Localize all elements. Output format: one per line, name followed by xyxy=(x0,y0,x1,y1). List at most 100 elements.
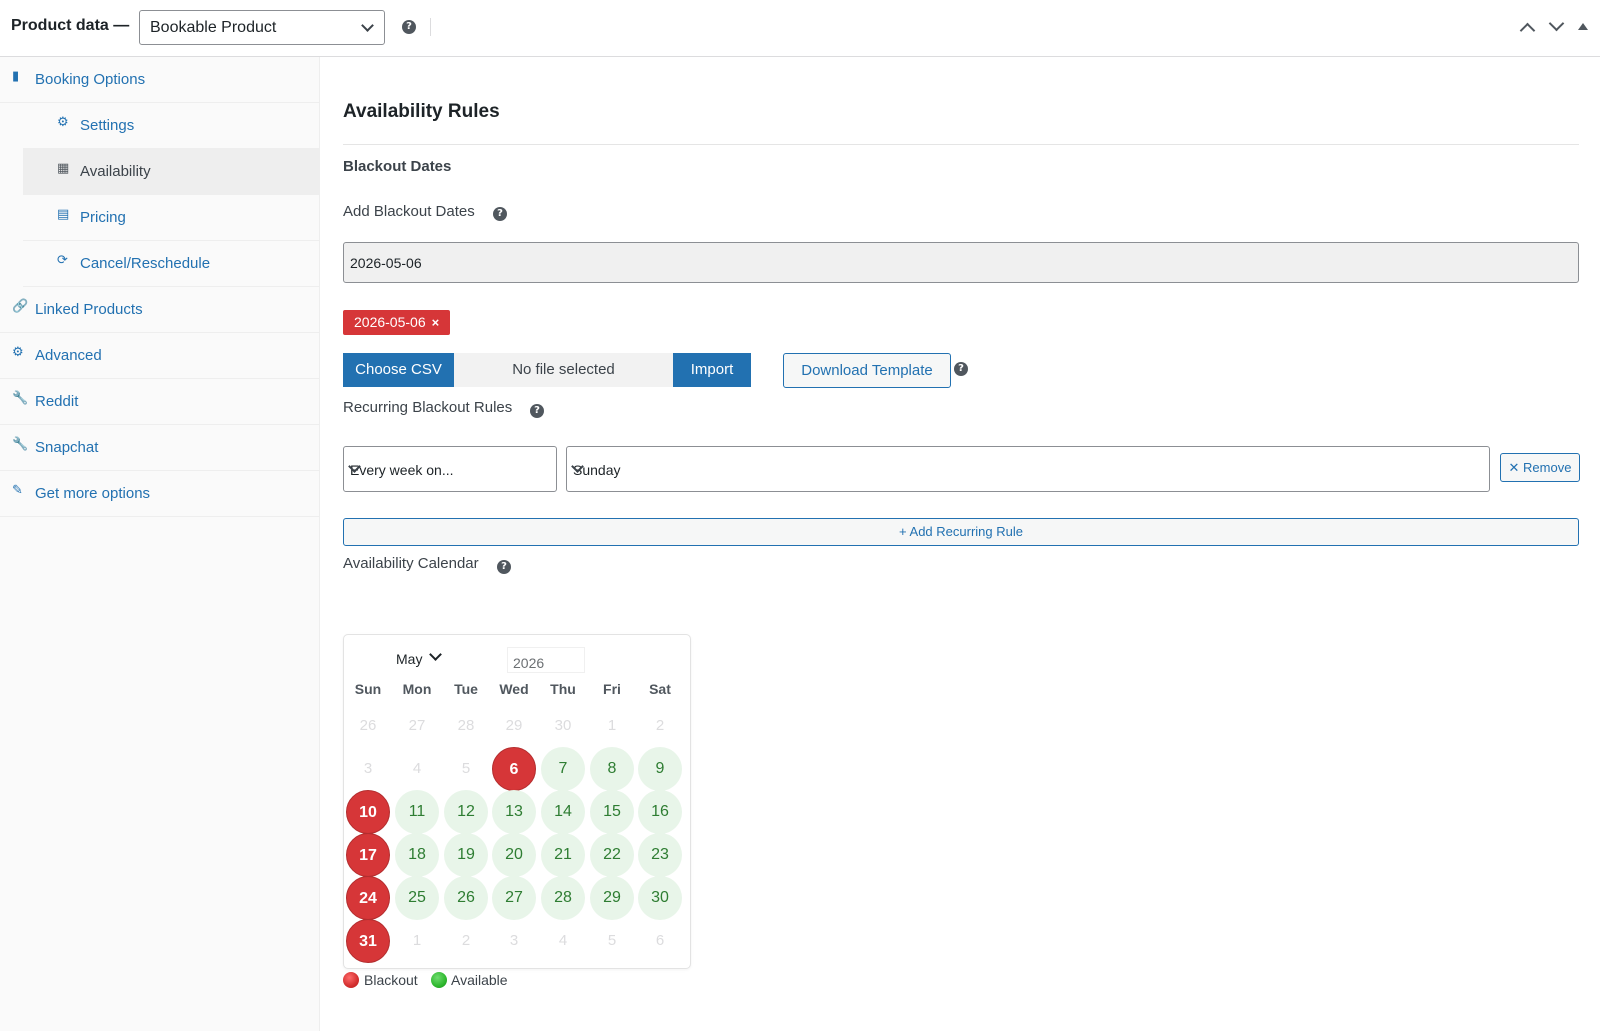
outside-month-day: 4 xyxy=(412,760,422,777)
tab-linked-products[interactable]: 🔗 Linked Products xyxy=(0,287,320,333)
tab-get-more-options[interactable]: ✎ Get more options xyxy=(0,471,320,517)
choose-csv-button[interactable]: Choose CSV xyxy=(343,353,454,387)
gear-icon: ⚙ xyxy=(57,115,69,130)
available-day[interactable]: 21 xyxy=(541,833,585,877)
legend-available: Available xyxy=(451,972,508,988)
tab-settings[interactable]: ⚙ Settings xyxy=(23,103,320,149)
available-day[interactable]: 19 xyxy=(444,833,488,877)
available-day[interactable]: 11 xyxy=(395,790,439,834)
tab-pricing[interactable]: ▤ Pricing xyxy=(23,195,320,241)
available-day[interactable]: 7 xyxy=(541,747,585,791)
blackout-day[interactable]: 6 xyxy=(492,747,536,791)
plugin-icon: ✎ xyxy=(12,483,23,498)
available-day[interactable]: 12 xyxy=(444,790,488,834)
header-divider xyxy=(430,18,431,36)
wrench-icon: 🔧 xyxy=(12,391,29,406)
available-day[interactable]: 23 xyxy=(638,833,682,877)
available-day[interactable]: 28 xyxy=(541,876,585,920)
outside-month-day: 2 xyxy=(655,717,665,734)
month-select[interactable]: May xyxy=(396,651,422,667)
help-icon[interactable]: ? xyxy=(497,560,511,574)
blackout-day[interactable]: 31 xyxy=(346,919,390,963)
available-day[interactable]: 26 xyxy=(444,876,488,920)
blackout-date-input[interactable]: 2026-05-06 xyxy=(343,242,1579,283)
blackout-date-tag: 2026-05-06 × xyxy=(343,310,451,335)
year-input[interactable]: 2026 xyxy=(507,647,585,673)
outside-month-day: 2 xyxy=(461,932,471,949)
weekday-header: Tue xyxy=(454,681,478,697)
available-day[interactable]: 30 xyxy=(638,876,682,920)
product-type-select[interactable]: Bookable Product xyxy=(139,10,385,45)
blackout-day[interactable]: 17 xyxy=(346,833,390,877)
outside-month-day: 4 xyxy=(558,932,568,949)
help-icon[interactable]: ? xyxy=(402,20,416,34)
available-day[interactable]: 29 xyxy=(590,876,634,920)
available-day[interactable]: 15 xyxy=(590,790,634,834)
available-day[interactable]: 13 xyxy=(492,790,536,834)
available-day[interactable]: 18 xyxy=(395,833,439,877)
import-button[interactable]: Import xyxy=(673,353,751,387)
add-blackout-label: Add Blackout Dates xyxy=(343,203,475,220)
move-up-icon[interactable] xyxy=(1519,22,1536,39)
outside-month-day: 3 xyxy=(509,932,519,949)
tab-label: Cancel/Reschedule xyxy=(80,255,211,272)
tab-cancel-reschedule[interactable]: ⟳ Cancel/Reschedule xyxy=(23,241,320,287)
help-icon[interactable]: ? xyxy=(530,404,544,418)
add-recurring-rule-button[interactable]: + Add Recurring Rule xyxy=(343,518,1579,546)
tab-label: Linked Products xyxy=(35,301,143,318)
help-icon[interactable]: ? xyxy=(954,362,968,376)
available-day[interactable]: 8 xyxy=(590,747,634,791)
recurring-frequency-value: Every week on... xyxy=(350,462,454,478)
file-status: No file selected xyxy=(454,353,673,387)
tab-booking-options[interactable]: ▮ Booking Options xyxy=(0,57,320,103)
available-day[interactable]: 9 xyxy=(638,747,682,791)
available-day[interactable]: 22 xyxy=(590,833,634,877)
tag-label: 2026-05-06 xyxy=(354,314,426,330)
available-day[interactable]: 14 xyxy=(541,790,585,834)
section-title: Blackout Dates xyxy=(343,158,452,175)
outside-month-day: 1 xyxy=(607,717,617,734)
weekday-header: Thu xyxy=(550,681,576,697)
availability-panel: Availability Rules Blackout Dates Add Bl… xyxy=(321,57,1600,1031)
outside-month-day: 3 xyxy=(363,760,373,777)
weekday-header: Wed xyxy=(499,681,529,697)
recurring-frequency-select[interactable]: Every week on... xyxy=(343,446,557,492)
tab-label: Booking Options xyxy=(35,71,146,88)
tab-label: Settings xyxy=(80,117,135,134)
chevron-down-icon[interactable] xyxy=(429,648,442,661)
remove-rule-button[interactable]: ✕ Remove xyxy=(1500,453,1580,482)
tab-label: Advanced xyxy=(35,347,102,364)
tag-remove-icon[interactable]: × xyxy=(432,315,440,330)
available-dot-icon xyxy=(431,972,447,988)
legend-blackout: Blackout xyxy=(364,972,418,988)
tab-reddit[interactable]: 🔧 Reddit xyxy=(0,379,320,425)
tab-advanced[interactable]: ⚙ Advanced xyxy=(0,333,320,379)
move-down-icon[interactable] xyxy=(1548,15,1565,32)
tab-snapchat[interactable]: 🔧 Snapchat xyxy=(0,425,320,471)
product-type-value: Bookable Product xyxy=(150,19,277,36)
blackout-dot-icon xyxy=(343,972,359,988)
outside-month-day: 27 xyxy=(408,717,426,734)
outside-month-day: 29 xyxy=(505,717,523,734)
available-day[interactable]: 25 xyxy=(395,876,439,920)
collapse-toggle-icon[interactable] xyxy=(1578,23,1588,30)
available-day[interactable]: 27 xyxy=(492,876,536,920)
outside-month-day: 28 xyxy=(457,717,475,734)
gear-icon: ⚙ xyxy=(12,345,24,360)
product-data-tabs: ▮ Booking Options ⚙ Settings ▦ Availabil… xyxy=(0,57,320,1031)
available-day[interactable]: 20 xyxy=(492,833,536,877)
chevron-down-icon xyxy=(361,19,374,32)
blackout-day[interactable]: 24 xyxy=(346,876,390,920)
page-title: Availability Rules xyxy=(343,101,500,122)
download-template-button[interactable]: Download Template xyxy=(783,353,951,388)
weekday-header: Fri xyxy=(603,681,621,697)
outside-month-day: 6 xyxy=(655,932,665,949)
tab-availability[interactable]: ▦ Availability xyxy=(23,149,320,195)
available-day[interactable]: 16 xyxy=(638,790,682,834)
blackout-day[interactable]: 10 xyxy=(346,790,390,834)
recurring-day-select[interactable]: Sunday xyxy=(566,446,1490,492)
weekday-header: Sat xyxy=(649,681,671,697)
tab-label: Snapchat xyxy=(35,439,99,456)
wrench-icon: 🔧 xyxy=(12,437,29,452)
help-icon[interactable]: ? xyxy=(493,207,507,221)
